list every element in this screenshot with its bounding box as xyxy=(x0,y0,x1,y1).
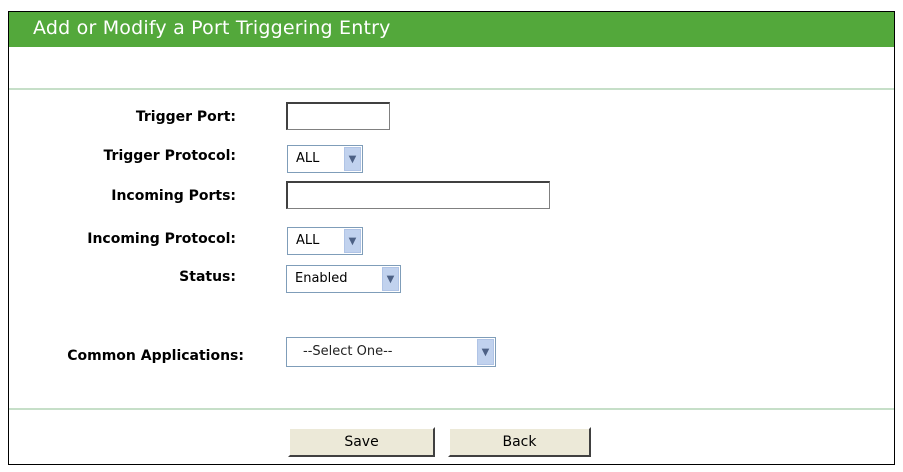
chevron-down-icon[interactable]: ▼ xyxy=(344,147,361,171)
status-select[interactable]: Enabled ▼ xyxy=(286,265,401,293)
incoming-protocol-label: Incoming Protocol: xyxy=(87,231,236,247)
trigger-protocol-value: ALL xyxy=(296,151,320,166)
status-value: Enabled xyxy=(295,271,348,286)
trigger-protocol-label: Trigger Protocol: xyxy=(103,148,236,164)
incoming-ports-label: Incoming Ports: xyxy=(111,188,236,204)
chevron-down-icon[interactable]: ▼ xyxy=(344,229,361,253)
save-button[interactable]: Save xyxy=(288,427,435,457)
common-applications-label: Common Applications: xyxy=(67,348,244,364)
trigger-port-input[interactable] xyxy=(286,102,390,130)
incoming-protocol-select[interactable]: ALL ▼ xyxy=(287,227,363,255)
top-divider xyxy=(9,88,894,90)
incoming-protocol-value: ALL xyxy=(296,233,320,248)
port-triggering-panel: Add or Modify a Port Triggering Entry Tr… xyxy=(8,11,895,465)
common-applications-select[interactable]: --Select One-- ▼ xyxy=(286,337,496,367)
status-label: Status: xyxy=(179,269,236,285)
chevron-down-icon[interactable]: ▼ xyxy=(477,339,494,365)
page-title: Add or Modify a Port Triggering Entry xyxy=(33,17,391,39)
back-button[interactable]: Back xyxy=(448,427,591,457)
chevron-down-icon[interactable]: ▼ xyxy=(382,267,399,291)
panel-header: Add or Modify a Port Triggering Entry xyxy=(9,12,894,47)
bottom-divider xyxy=(9,408,894,410)
trigger-port-label: Trigger Port: xyxy=(135,109,236,125)
common-applications-value: --Select One-- xyxy=(303,344,393,359)
trigger-protocol-select[interactable]: ALL ▼ xyxy=(287,145,363,173)
incoming-ports-input[interactable] xyxy=(286,181,550,209)
